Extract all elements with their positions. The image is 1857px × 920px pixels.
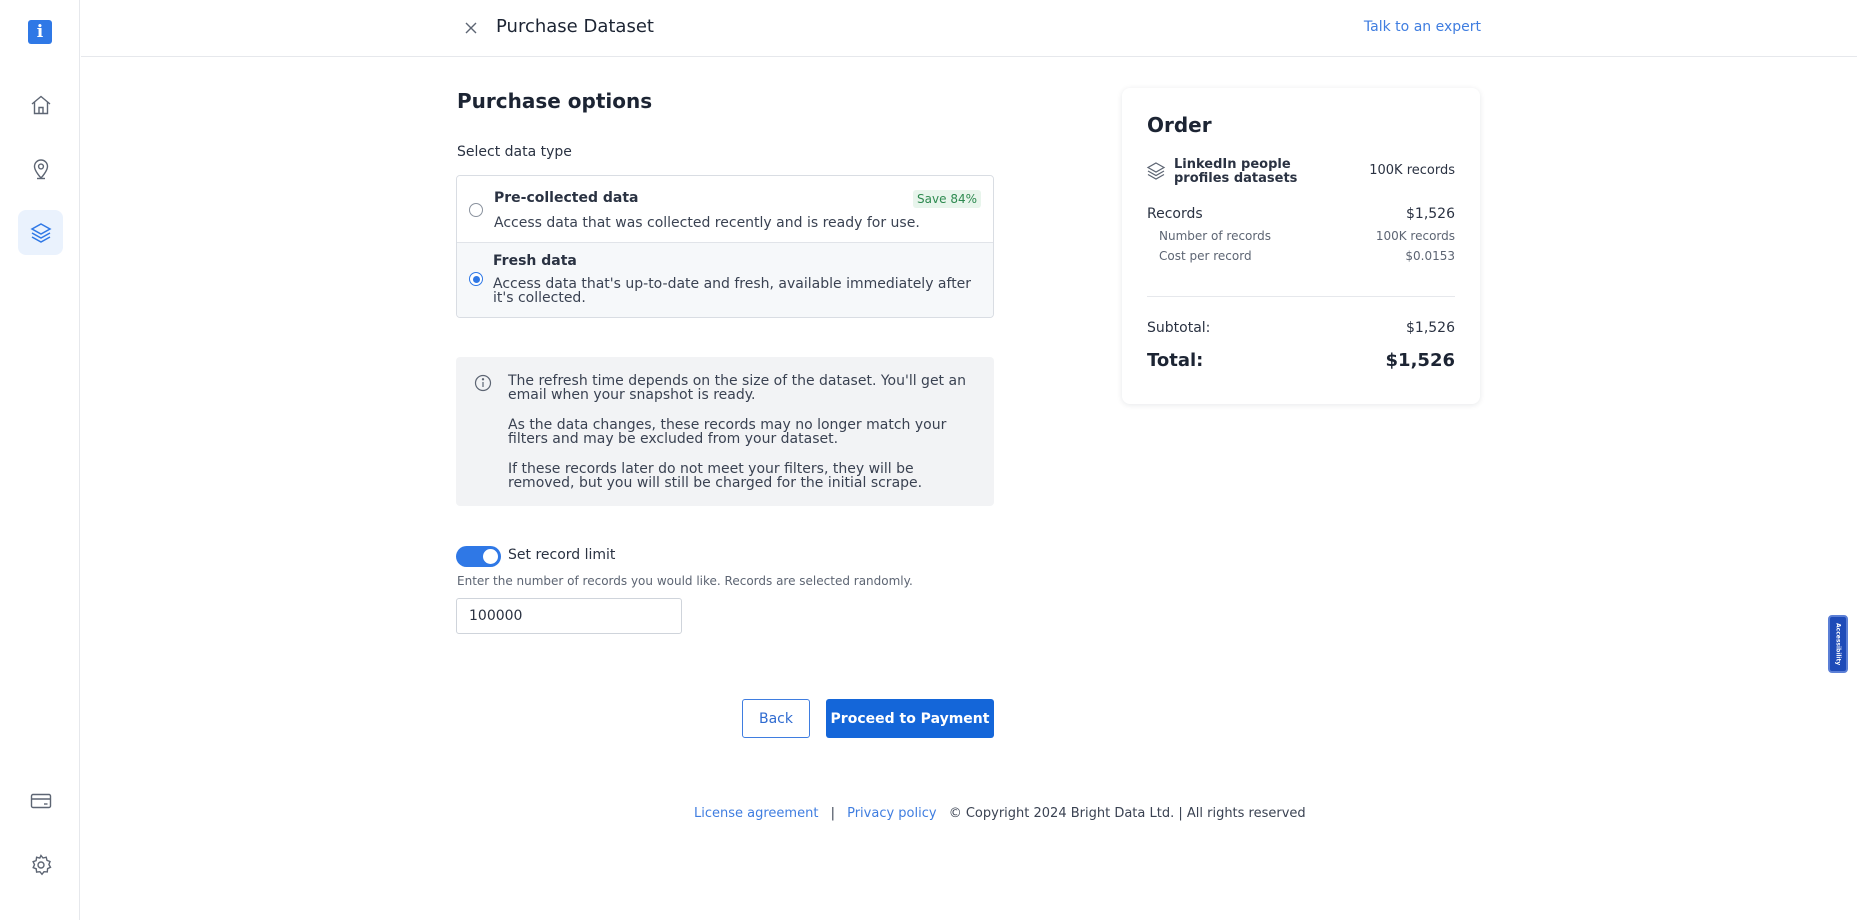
copyright-text: © Copyright 2024 Bright Data Ltd. | All … — [948, 806, 1306, 821]
cost-per-record-value: $0.0153 — [1405, 249, 1455, 263]
info-icon — [474, 374, 492, 392]
total-label: Total: — [1147, 350, 1204, 371]
license-agreement-link[interactable]: License agreement — [694, 806, 818, 821]
back-button[interactable]: Back — [742, 699, 810, 738]
brand-logo-icon[interactable]: i — [28, 20, 52, 44]
gear-icon — [31, 853, 51, 875]
order-title: Order — [1147, 113, 1212, 137]
cost-per-record-label: Cost per record — [1159, 249, 1252, 263]
close-button[interactable] — [460, 17, 482, 39]
order-summary-card: Order LinkedIn people profiles datasets … — [1122, 88, 1480, 404]
record-limit-input[interactable] — [456, 598, 682, 634]
order-divider — [1147, 296, 1455, 297]
close-icon — [465, 22, 477, 34]
privacy-policy-link[interactable]: Privacy policy — [847, 806, 936, 821]
select-data-type-label: Select data type — [457, 144, 572, 160]
save-badge: Save 84% — [913, 190, 981, 208]
subtotal-row: Subtotal: $1,526 — [1147, 320, 1455, 336]
records-row: Records $1,526 — [1147, 206, 1455, 222]
purchase-options-title: Purchase options — [457, 89, 653, 113]
number-of-records-value: 100K records — [1375, 229, 1455, 243]
total-value: $1,526 — [1385, 350, 1455, 371]
proceed-to-payment-button[interactable]: Proceed to Payment — [826, 699, 994, 738]
location-pin-icon — [33, 158, 48, 179]
talk-to-expert-link[interactable]: Talk to an expert — [1364, 19, 1481, 35]
layers-icon — [29, 222, 52, 243]
record-limit-label: Set record limit — [508, 547, 616, 563]
footer: License agreement | Privacy policy © Cop… — [694, 806, 1306, 821]
top-header: Purchase Dataset Talk to an expert — [81, 0, 1857, 57]
records-value: $1,526 — [1406, 206, 1455, 222]
info-paragraph: The refresh time depends on the size of … — [508, 373, 966, 403]
accessibility-label: Accessibility — [1834, 622, 1842, 666]
sidebar-item-datasets[interactable] — [18, 210, 63, 255]
cost-per-record-row: Cost per record $0.0153 — [1159, 249, 1455, 263]
sidebar-item-settings[interactable] — [18, 842, 63, 887]
number-of-records-row: Number of records 100K records — [1159, 229, 1455, 243]
sidebar-item-location[interactable] — [18, 146, 63, 191]
option-description: Access data that was collected recently … — [494, 215, 920, 231]
page-title: Purchase Dataset — [496, 16, 654, 37]
total-row: Total: $1,526 — [1147, 350, 1455, 371]
option-description: Access data that's up-to-date and fresh,… — [493, 276, 972, 306]
subtotal-label: Subtotal: — [1147, 320, 1211, 336]
radio-pre-collected[interactable] — [469, 203, 483, 217]
radio-fresh-data[interactable] — [469, 272, 483, 286]
credit-card-icon — [30, 793, 51, 808]
dataset-layers-icon — [1146, 162, 1166, 180]
accessibility-widget-button[interactable]: Accessibility — [1828, 615, 1848, 673]
records-label: Records — [1147, 206, 1203, 222]
product-name: LinkedIn people profiles datasets — [1174, 157, 1298, 186]
option-title: Pre-collected data — [494, 190, 639, 206]
home-icon — [31, 95, 50, 114]
option-title: Fresh data — [493, 253, 577, 269]
footer-separator: | — [830, 806, 835, 821]
sidebar-item-billing[interactable] — [18, 778, 63, 823]
record-limit-hint: Enter the number of records you would li… — [457, 574, 913, 588]
subtotal-value: $1,526 — [1406, 320, 1455, 336]
sidebar: i — [0, 0, 80, 920]
refresh-info-box: The refresh time depends on the size of … — [456, 357, 994, 506]
record-limit-toggle[interactable] — [456, 546, 501, 567]
info-paragraph: As the data changes, these records may n… — [508, 417, 947, 447]
number-of-records-label: Number of records — [1159, 229, 1271, 243]
info-paragraph: If these records later do not meet your … — [508, 461, 923, 491]
product-record-count: 100K records — [1369, 163, 1455, 178]
option-pre-collected-data[interactable]: Pre-collected data Access data that was … — [457, 176, 993, 243]
sidebar-item-home[interactable] — [18, 82, 63, 127]
